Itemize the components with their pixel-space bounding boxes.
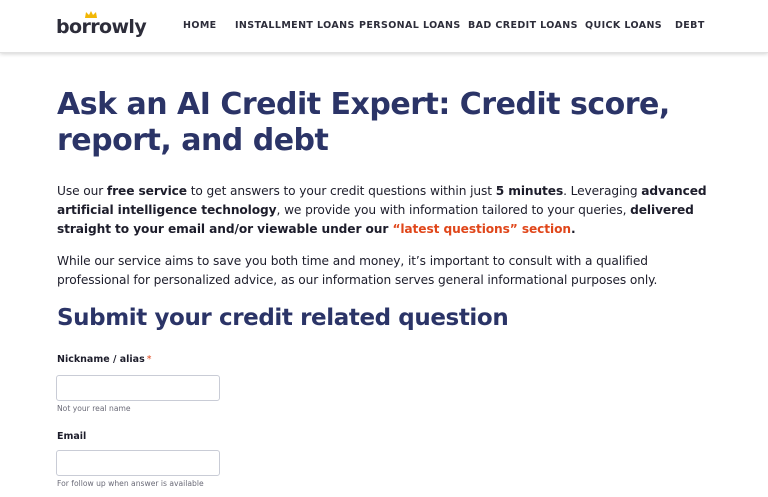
nav-item-bad-credit-loans[interactable]: BAD CREDIT LOANS: [468, 20, 578, 31]
logo-wordmark: borrowly: [56, 16, 147, 38]
email-input[interactable]: [56, 450, 220, 476]
site-header: borrowly HOME INSTALLMENT LOANS PERSONAL…: [0, 0, 768, 53]
required-mark: *: [146, 354, 152, 365]
nav-item-home[interactable]: HOME: [183, 20, 217, 31]
nickname-help: Not your real name: [57, 404, 131, 413]
nav-item-installment-loans[interactable]: INSTALLMENT LOANS: [235, 20, 355, 31]
disclaimer-paragraph: While our service aims to save you both …: [57, 254, 658, 287]
nickname-label: Nickname / alias *: [57, 354, 152, 365]
nav-item-debt[interactable]: DEBT: [675, 20, 705, 31]
form-title: Submit your credit related question: [57, 305, 509, 331]
latest-questions-link[interactable]: “latest questions” section: [392, 222, 571, 236]
email-help: For follow up when answer is available: [57, 479, 204, 488]
nav-item-personal-loans[interactable]: PERSONAL LOANS: [359, 20, 461, 31]
email-label: Email: [57, 431, 87, 442]
nav-item-quick-loans[interactable]: QUICK LOANS: [585, 20, 662, 31]
page-title: Ask an AI Credit Expert: Credit score, r…: [57, 87, 670, 158]
nickname-input[interactable]: [56, 375, 220, 401]
intro-paragraph: Use our free service to get answers to y…: [57, 184, 707, 236]
